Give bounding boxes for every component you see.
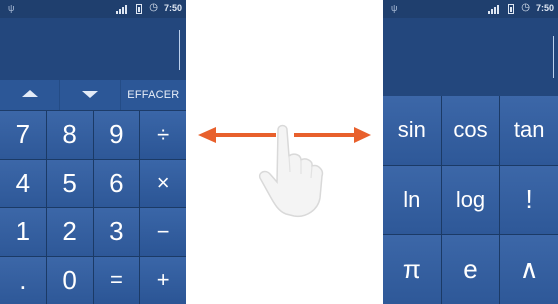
key-9[interactable]: 9: [93, 111, 140, 159]
key-1[interactable]: 1: [0, 208, 46, 256]
swipe-hand-icon: [258, 124, 324, 218]
key-6[interactable]: 6: [93, 159, 140, 207]
key-8[interactable]: 8: [46, 111, 93, 159]
signal-icon: [116, 5, 128, 14]
signal-icon: [488, 5, 500, 14]
swipe-gesture-illustration: [198, 124, 371, 218]
key-4[interactable]: 4: [0, 159, 46, 207]
key-5[interactable]: 5: [46, 159, 93, 207]
calculator-display[interactable]: [383, 18, 558, 96]
status-bar: ψ ◷ 7:50: [0, 0, 186, 18]
key-multiply[interactable]: ×: [140, 159, 186, 207]
key-cos[interactable]: cos: [441, 96, 500, 165]
key-sin[interactable]: sin: [383, 96, 441, 165]
key-tan[interactable]: tan: [500, 96, 558, 165]
alarm-icon: ◷: [521, 2, 530, 13]
basic-calculator-screen: ψ ◷ 7:50 EFFACER 7 8 9 ÷ 4 5 6 × 1 2 3 −…: [0, 0, 186, 304]
key-ln[interactable]: ln: [383, 165, 441, 235]
history-up-button[interactable]: [0, 80, 61, 110]
text-cursor: [553, 36, 554, 78]
advanced-calculator-screen: ψ ◷ 7:50 sin cos tan ln log ! π e ∧: [383, 0, 558, 304]
usb-icon: ψ: [8, 3, 15, 13]
text-cursor: [179, 30, 180, 70]
calculator-display[interactable]: [0, 18, 186, 80]
key-divide[interactable]: ÷: [140, 111, 186, 159]
key-0[interactable]: 0: [46, 256, 93, 304]
key-power[interactable]: ∧: [500, 235, 558, 304]
key-equals[interactable]: =: [93, 256, 140, 304]
key-factorial[interactable]: !: [500, 165, 558, 235]
key-7[interactable]: 7: [0, 111, 46, 159]
usb-icon: ψ: [391, 3, 398, 13]
arrow-down-icon: [82, 91, 99, 98]
alarm-icon: ◷: [149, 2, 158, 13]
basic-keypad: 7 8 9 ÷ 4 5 6 × 1 2 3 − . 0 = +: [0, 111, 186, 304]
key-3[interactable]: 3: [93, 208, 140, 256]
status-time: 7:50: [163, 3, 182, 13]
advanced-keypad: sin cos tan ln log ! π e ∧: [383, 96, 558, 304]
battery-icon: [508, 4, 514, 14]
arrow-up-icon: [21, 90, 38, 97]
battery-icon: [136, 4, 142, 14]
key-log[interactable]: log: [441, 165, 500, 235]
key-minus[interactable]: −: [140, 208, 186, 256]
key-plus[interactable]: +: [140, 256, 186, 304]
status-time: 7:50: [535, 3, 554, 13]
status-bar: ψ ◷ 7:50: [383, 0, 558, 18]
key-decimal[interactable]: .: [0, 256, 46, 304]
clear-button[interactable]: EFFACER: [121, 80, 186, 110]
key-pi[interactable]: π: [383, 235, 441, 304]
key-2[interactable]: 2: [46, 208, 93, 256]
history-nav-row: EFFACER: [0, 80, 186, 111]
key-e[interactable]: e: [441, 235, 500, 304]
history-down-button[interactable]: [60, 80, 121, 110]
